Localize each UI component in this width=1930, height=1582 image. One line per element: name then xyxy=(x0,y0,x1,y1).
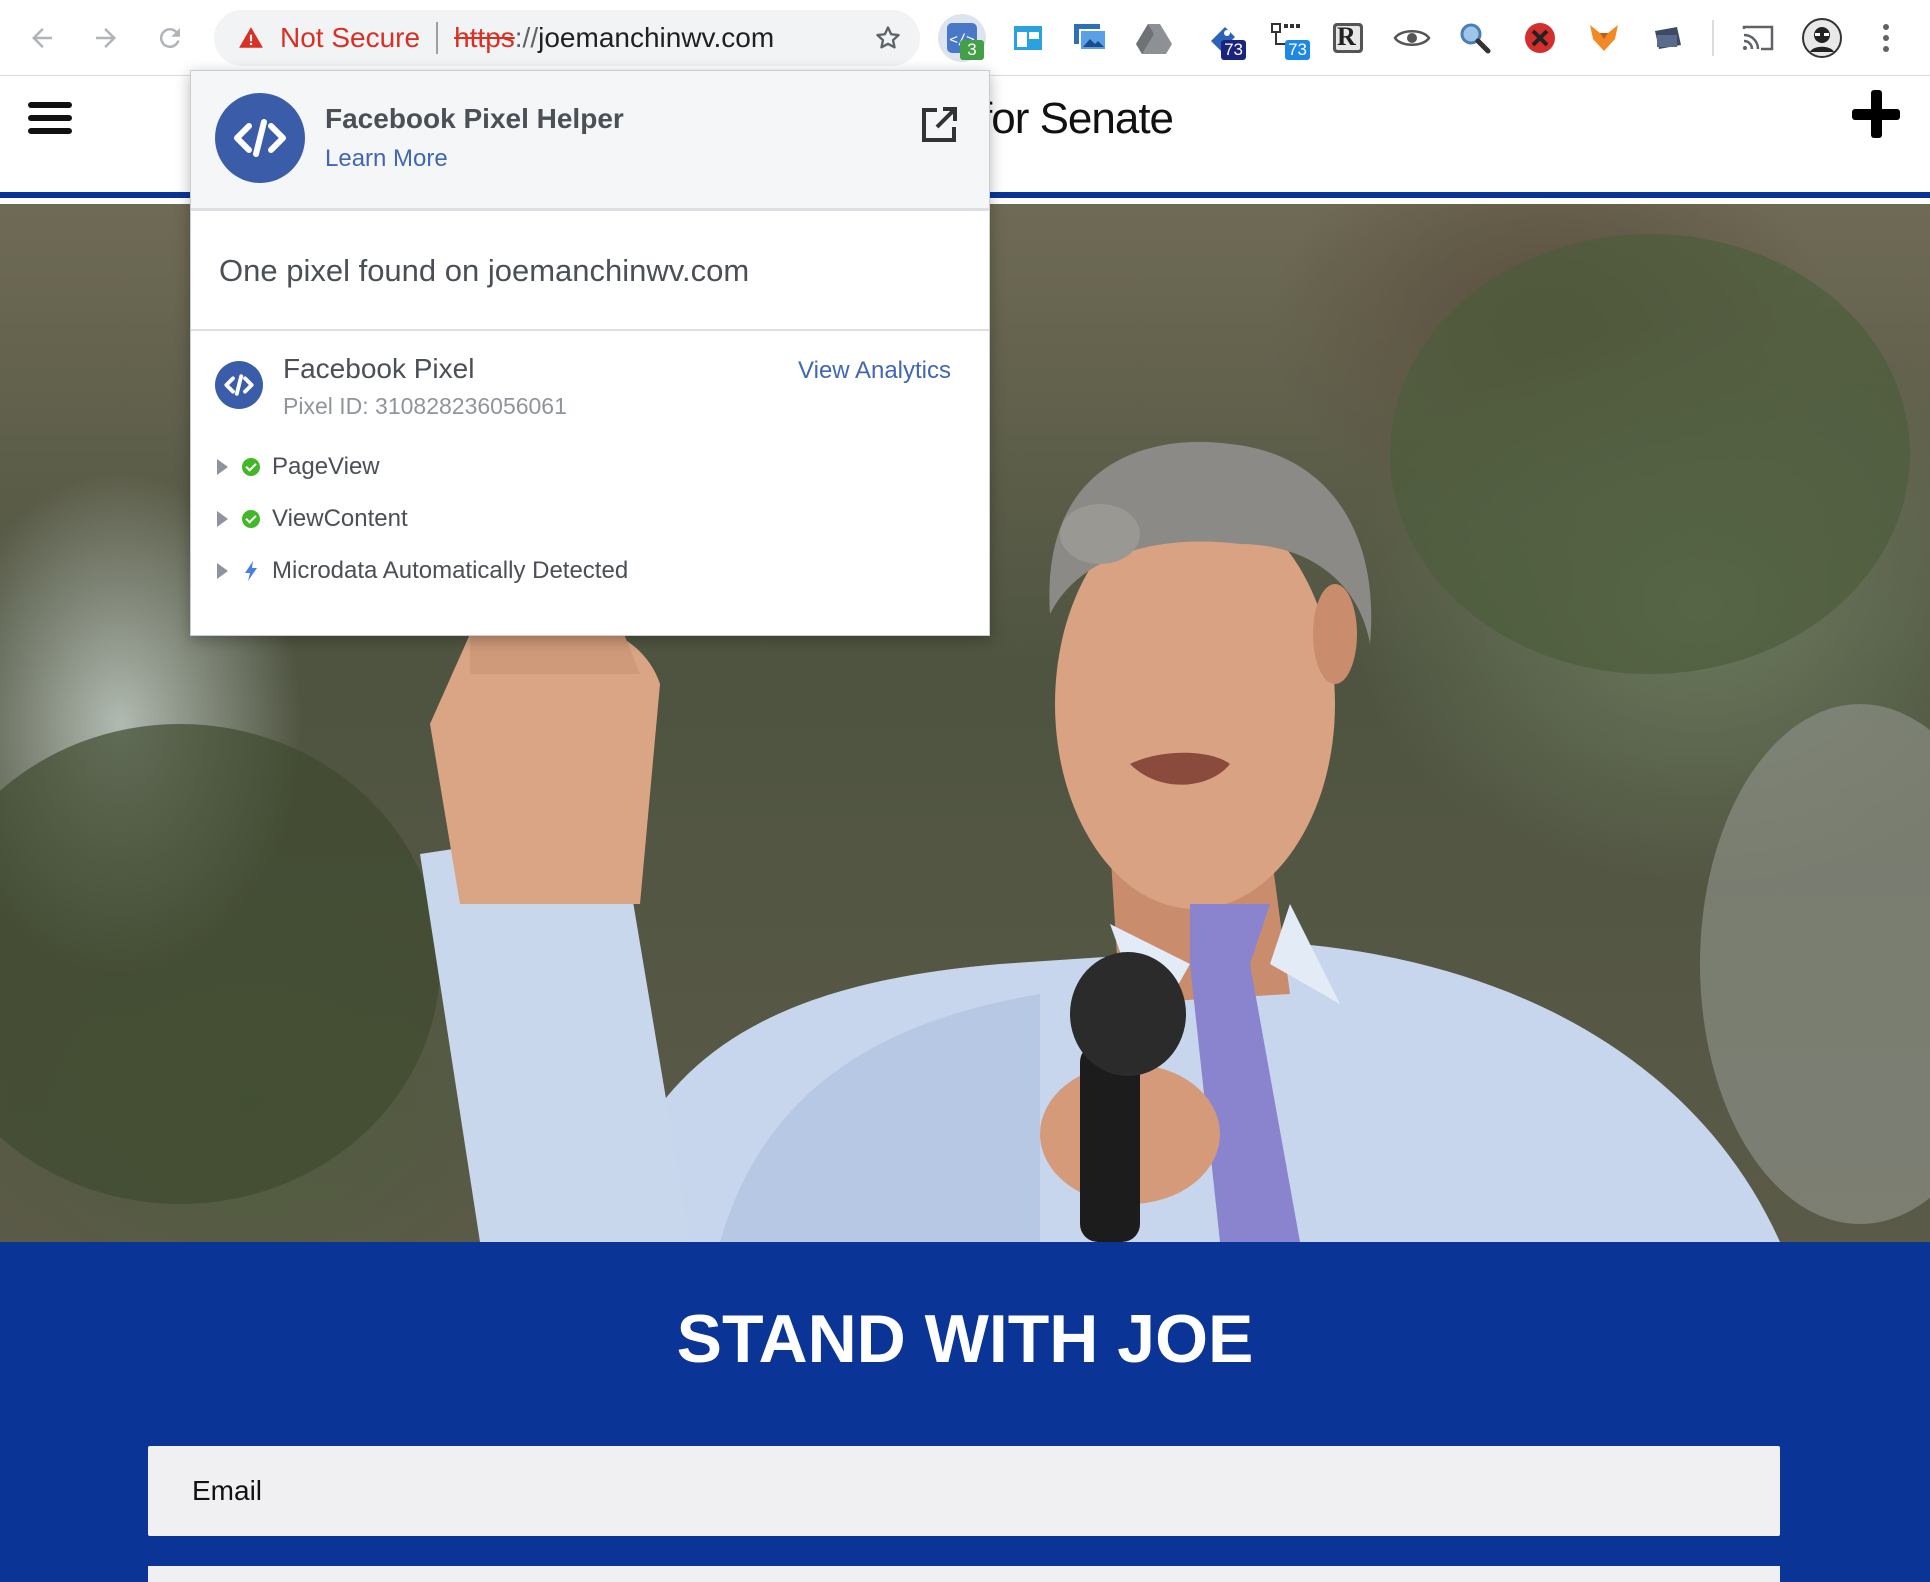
r-extension[interactable]: R xyxy=(1324,14,1372,62)
fox-extension[interactable] xyxy=(1580,14,1628,62)
expand-triangle-icon[interactable] xyxy=(217,511,228,527)
back-button[interactable] xyxy=(22,18,62,58)
not-secure-label[interactable]: Not Secure xyxy=(280,22,420,54)
success-check-icon xyxy=(242,458,260,476)
drive-ext-icon xyxy=(1136,24,1172,54)
learn-more-link[interactable]: Learn More xyxy=(325,145,448,173)
drive-extension[interactable] xyxy=(1130,14,1178,62)
pixel-name: Facebook Pixel xyxy=(283,353,475,384)
eye-extension[interactable] xyxy=(1388,14,1436,62)
cast-button[interactable] xyxy=(1734,14,1782,62)
event-row-viewcontent[interactable]: ViewContent xyxy=(217,503,408,535)
email-field[interactable] xyxy=(148,1446,1780,1536)
open-external-icon[interactable] xyxy=(919,105,959,145)
expand-triangle-icon[interactable] xyxy=(217,459,228,475)
url-slashes: :// xyxy=(514,22,539,53)
pixel-summary: One pixel found on joemanchinwv.com xyxy=(219,253,750,288)
reload-icon xyxy=(159,28,180,49)
network-badge: 73 xyxy=(1285,40,1310,60)
plus-icon[interactable] xyxy=(1852,90,1900,138)
view-analytics-link[interactable]: View Analytics xyxy=(798,357,951,385)
avatar-icon xyxy=(1802,18,1842,58)
network-extension[interactable]: 73 xyxy=(1264,14,1312,62)
popup-title: Facebook Pixel Helper xyxy=(325,103,624,134)
block-extension[interactable] xyxy=(1516,14,1564,62)
folder-extension[interactable] xyxy=(1644,14,1692,62)
lightning-bolt-icon xyxy=(245,561,257,581)
back-arrow-icon xyxy=(32,28,52,48)
kebab-menu-icon xyxy=(1883,24,1889,52)
magnifier-ext-icon xyxy=(1460,23,1491,54)
pixel-helper-extension[interactable]: </> 3 xyxy=(938,14,986,62)
block-ext-icon xyxy=(1525,23,1555,53)
bookmark-star-icon[interactable] xyxy=(874,24,902,52)
event-label: Microdata Automatically Detected xyxy=(272,557,629,584)
warning-triangle-icon xyxy=(239,27,263,48)
r-ext-letter: R xyxy=(1337,22,1356,51)
event-label: ViewContent xyxy=(272,505,408,532)
url-scheme: https xyxy=(454,22,515,53)
screen-window-ext-icon xyxy=(1014,26,1042,50)
next-form-field[interactable] xyxy=(148,1566,1780,1582)
event-label: PageView xyxy=(272,453,380,480)
pin-extension[interactable]: 73 xyxy=(1200,14,1248,62)
photos-ext-icon xyxy=(1074,24,1107,51)
folder-ext-icon xyxy=(1655,27,1681,49)
popup-header: Facebook Pixel Helper Learn More xyxy=(191,71,989,211)
popup-divider xyxy=(191,329,989,331)
signup-section: STAND WITH JOE xyxy=(0,1242,1930,1582)
pixel-helper-logo-icon xyxy=(215,93,305,183)
pixel-id: Pixel ID: 310828236056061 xyxy=(283,393,567,419)
fox-ext-icon xyxy=(1590,25,1618,51)
magnifier-extension[interactable] xyxy=(1452,14,1500,62)
expand-triangle-icon[interactable] xyxy=(217,563,228,579)
hamburger-menu-icon[interactable] xyxy=(28,102,72,138)
cast-icon xyxy=(1742,25,1774,51)
eye-ext-icon xyxy=(1393,30,1431,46)
screen-window-extension[interactable] xyxy=(1004,14,1052,62)
pixel-logo-icon xyxy=(215,361,263,409)
toolbar-divider xyxy=(1712,20,1714,56)
pixel-helper-badge: 3 xyxy=(960,40,984,60)
photos-extension[interactable] xyxy=(1066,14,1114,62)
omnibox-separator xyxy=(436,22,439,54)
forward-arrow-icon xyxy=(96,28,116,48)
profile-avatar[interactable] xyxy=(1798,14,1846,62)
forward-button[interactable] xyxy=(86,18,126,58)
site-title[interactable]: for Senate xyxy=(980,94,1174,144)
signup-heading: STAND WITH JOE xyxy=(676,1301,1254,1377)
pin-badge: 73 xyxy=(1221,40,1246,60)
pixel-helper-popup: Facebook Pixel Helper Learn More One pix… xyxy=(190,70,990,636)
event-row-pageview[interactable]: PageView xyxy=(217,451,380,483)
url-host: joemanchinwv.com xyxy=(538,22,775,53)
success-check-icon xyxy=(242,510,260,528)
address-bar[interactable]: Not Secure https :// joemanchinwv.com xyxy=(214,10,920,66)
event-row-microdata[interactable]: Microdata Automatically Detected xyxy=(217,555,628,587)
menu-button[interactable] xyxy=(1862,14,1910,62)
reload-button[interactable] xyxy=(150,18,190,58)
browser-toolbar: Not Secure https :// joemanchinwv.com </… xyxy=(0,0,1930,76)
